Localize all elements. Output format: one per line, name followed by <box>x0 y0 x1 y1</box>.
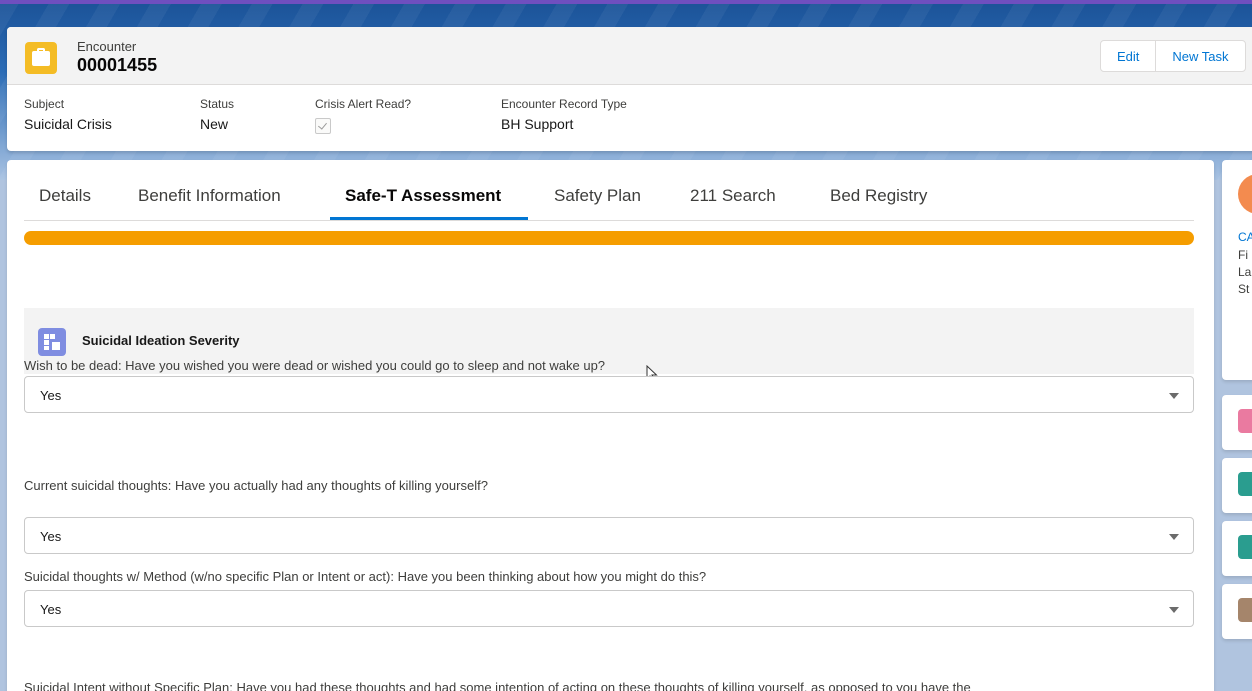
related-list-card[interactable] <box>1222 458 1252 513</box>
record-type-label: Encounter Record Type <box>501 97 627 111</box>
contact-icon <box>1238 174 1252 214</box>
crisis-alert-field: Crisis Alert Read? <box>315 97 411 134</box>
calendar-icon <box>1238 409 1252 433</box>
tab-safety-plan[interactable]: Safety Plan <box>554 186 641 206</box>
tab-bed-registry[interactable]: Bed Registry <box>830 186 927 206</box>
related-list-card[interactable] <box>1222 584 1252 639</box>
active-tab-indicator <box>330 217 528 220</box>
record-header: Encounter 00001455 Edit New Task Subject… <box>7 27 1252 151</box>
tab-details[interactable]: Details <box>39 186 91 206</box>
related-list-card[interactable] <box>1222 395 1252 450</box>
chevron-down-icon <box>1169 607 1179 613</box>
briefcase-icon <box>25 42 57 74</box>
chevron-down-icon <box>1169 393 1179 399</box>
question-label: Wish to be dead: Have you wished you wer… <box>24 358 606 373</box>
checkmark-icon <box>318 120 327 130</box>
progress-bar <box>24 231 1194 245</box>
contact-field: Fi <box>1238 248 1248 262</box>
question-label: Suicidal Intent without Specific Plan: H… <box>24 680 971 691</box>
table-icon <box>38 328 66 356</box>
select-value: Yes <box>40 529 62 544</box>
status-value: New <box>200 116 229 132</box>
question-select[interactable]: Yes <box>24 376 1194 413</box>
clipboard-icon <box>1238 598 1252 622</box>
record-header-title-bar: Encounter 00001455 Edit New Task <box>7 27 1252 85</box>
contact-field: La <box>1238 265 1252 279</box>
question-select[interactable]: Yes <box>24 590 1194 627</box>
select-value: Yes <box>40 602 62 617</box>
top-accent-bar <box>0 0 1252 4</box>
tab-211-search[interactable]: 211 Search <box>690 186 776 206</box>
subject-value: Suicidal Crisis <box>24 116 112 132</box>
new-task-button[interactable]: New Task <box>1156 41 1244 71</box>
subject-field: Subject Suicidal Crisis <box>24 97 112 132</box>
related-list-card[interactable] <box>1222 521 1252 576</box>
contact-field: St <box>1238 282 1250 296</box>
crisis-alert-checkbox <box>315 118 331 134</box>
contact-card: CA Fi La St <box>1222 160 1252 380</box>
tab-safe-t-assessment[interactable]: Safe-T Assessment <box>345 186 501 206</box>
status-label: Status <box>200 97 235 111</box>
section-title: Suicidal Ideation Severity <box>82 333 240 348</box>
crisis-alert-label: Crisis Alert Read? <box>315 97 412 111</box>
contact-link[interactable]: CA <box>1238 230 1252 244</box>
tab-bar: Details Benefit Information Safe-T Asses… <box>24 160 1194 221</box>
main-content-card: Details Benefit Information Safe-T Asses… <box>7 160 1214 691</box>
record-type-value: BH Support <box>501 116 574 132</box>
status-field: Status New <box>200 97 234 132</box>
object-label: Encounter <box>77 39 137 54</box>
subject-label: Subject <box>24 97 65 111</box>
wrench-icon <box>1238 535 1252 559</box>
edit-button[interactable]: Edit <box>1101 41 1157 71</box>
record-name: 00001455 <box>77 55 158 75</box>
highlights-panel: Subject Suicidal Crisis Status New Crisi… <box>7 85 1252 151</box>
header-button-group: Edit New Task <box>1100 40 1246 72</box>
question-select[interactable]: Yes <box>24 517 1194 554</box>
chevron-down-icon <box>1169 534 1179 540</box>
select-value: Yes <box>40 388 62 403</box>
question-label: Current suicidal thoughts: Have you actu… <box>24 478 488 493</box>
record-type-field: Encounter Record Type BH Support <box>501 97 627 132</box>
question-label: Suicidal thoughts w/ Method (w/no specif… <box>24 569 707 584</box>
tab-benefit-information[interactable]: Benefit Information <box>138 186 281 206</box>
wrench-icon <box>1238 472 1252 496</box>
